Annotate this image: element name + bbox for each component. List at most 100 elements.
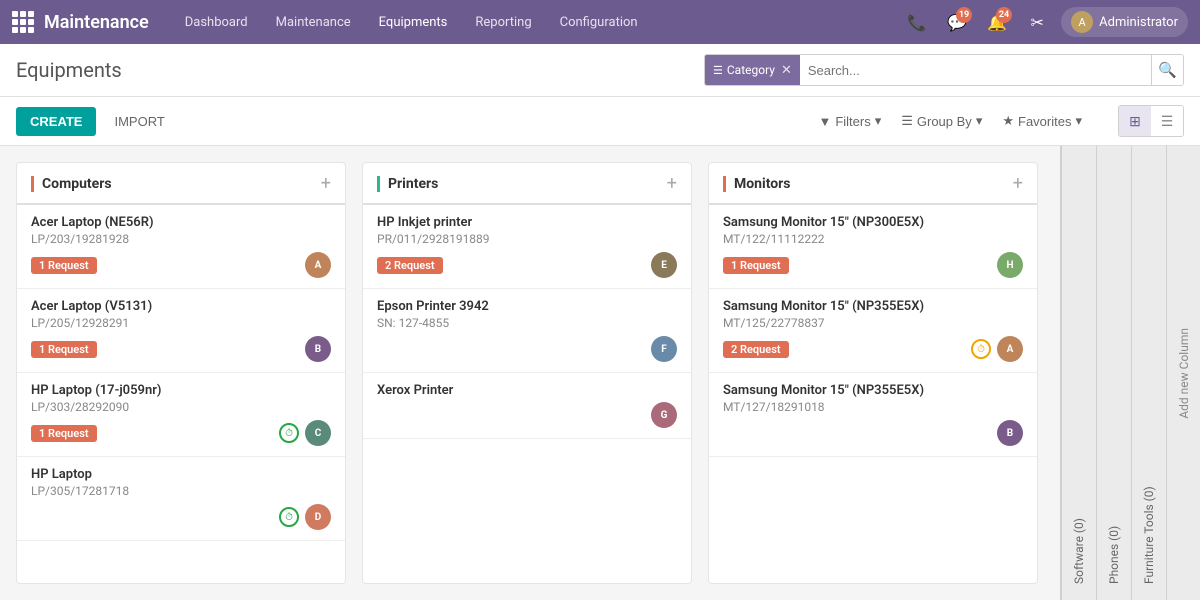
- avatar: C: [305, 420, 331, 446]
- filter-funnel-icon: ▼: [818, 114, 831, 129]
- table-row[interactable]: Samsung Monitor 15" (NP355E5X) MT/127/182…: [709, 373, 1037, 457]
- groupby-button[interactable]: ☰ Group By ▾: [893, 109, 990, 133]
- add-new-column-button[interactable]: Add new Column: [1166, 146, 1200, 600]
- nav-equipments[interactable]: Equipments: [367, 9, 460, 36]
- card-title: Xerox Printer: [377, 383, 677, 398]
- kanban-col-computers: Computers + Acer Laptop (NE56R) LP/203/1928…: [16, 162, 346, 584]
- admin-label: Administrator: [1099, 15, 1178, 30]
- view-toggles: ⊞ ☰: [1118, 105, 1184, 137]
- list-view-button[interactable]: ☰: [1151, 106, 1183, 136]
- chat-badge: 19: [956, 7, 972, 23]
- table-row[interactable]: Acer Laptop (V5131) LP/205/12928291 1 Requ…: [17, 289, 345, 373]
- card-title: HP Laptop: [31, 467, 331, 482]
- card-title: Samsung Monitor 15" (NP355E5X): [723, 383, 1023, 398]
- table-row[interactable]: HP Laptop (17-j059nr)LP/303/282920901 Re…: [17, 373, 345, 457]
- card-sub: MT/125/22778837: [723, 316, 1023, 330]
- search-input[interactable]: [800, 63, 1151, 78]
- card-footer: 2 Request⏱A: [723, 336, 1023, 362]
- kanban-sidebar: Software (0)Phones (0)Furniture Tools (0…: [1060, 146, 1200, 600]
- table-row[interactable]: HP LaptopLP/305/17281718⏱D: [17, 457, 345, 541]
- col-add-computers[interactable]: +: [321, 175, 331, 193]
- card-sub: LP/203/19281928: [31, 232, 331, 246]
- col-add-printers[interactable]: +: [667, 175, 677, 193]
- card-footer: G: [377, 402, 677, 428]
- sidebar-column[interactable]: Phones (0): [1096, 146, 1131, 600]
- avatar: B: [305, 336, 331, 362]
- avatar: H: [997, 252, 1023, 278]
- avatar: A: [997, 336, 1023, 362]
- grid-icon: [12, 11, 34, 33]
- avatar: F: [651, 336, 677, 362]
- avatar: G: [651, 402, 677, 428]
- card-title: HP Laptop (17-j059nr): [31, 383, 331, 398]
- col-cards-monitors: Samsung Monitor 15" (NP300E5X)MT/122/111…: [709, 205, 1037, 583]
- col-title-monitors: Monitors: [723, 176, 791, 192]
- card-footer: ⏱D: [31, 504, 331, 530]
- card-title: Samsung Monitor 15" (NP355E5X): [723, 299, 1023, 314]
- favorites-button[interactable]: ★ Favorites ▾: [994, 109, 1090, 133]
- nav-dashboard[interactable]: Dashboard: [173, 9, 260, 36]
- nav-configuration[interactable]: Configuration: [548, 9, 650, 36]
- top-nav-menu: Dashboard Maintenance Equipments Reporti…: [173, 9, 901, 36]
- search-bar: ☰ Category ✕ 🔍: [704, 54, 1184, 86]
- brand-name: Maintenance: [44, 12, 149, 33]
- kanban-col-monitors: Monitors + Samsung Monitor 15" (NP300E5X)M…: [708, 162, 1038, 584]
- phone-icon[interactable]: 📞: [901, 6, 933, 38]
- table-row[interactable]: Xerox Printer G: [363, 373, 691, 439]
- nav-maintenance[interactable]: Maintenance: [264, 9, 363, 36]
- page-header: Equipments ☰ Category ✕ 🔍: [0, 44, 1200, 97]
- card-footer: B: [723, 420, 1023, 446]
- toolbar: CREATE IMPORT ▼ Filters ▾ ☰ Group By ▾ ★…: [0, 97, 1200, 146]
- req-badge: 1 Request: [31, 257, 97, 274]
- filters-button[interactable]: ▼ Filters ▾: [810, 109, 889, 133]
- sidebar-column[interactable]: Software (0): [1061, 146, 1096, 600]
- search-button[interactable]: 🔍: [1151, 54, 1183, 86]
- table-row[interactable]: Acer Laptop (NE56R) LP/203/19281928 1 Requ…: [17, 205, 345, 289]
- filter-tag-label: Category: [727, 63, 775, 77]
- admin-avatar: A: [1071, 11, 1093, 33]
- col-cards-printers: HP Inkjet printerPR/011/29281918892 Requ…: [363, 205, 691, 583]
- col-title-computers: Computers: [31, 176, 112, 192]
- card-footer: 1 RequestH: [723, 252, 1023, 278]
- filter-tag[interactable]: ☰ Category ✕: [705, 55, 800, 85]
- col-header-computers: Computers +: [17, 163, 345, 205]
- brand[interactable]: Maintenance: [12, 11, 149, 33]
- top-nav: Maintenance Dashboard Maintenance Equipm…: [0, 0, 1200, 44]
- groupby-icon: ☰: [901, 113, 913, 129]
- kanban-board: Computers + Acer Laptop (NE56R) LP/203/1928…: [0, 146, 1060, 600]
- req-badge: 2 Request: [723, 341, 789, 358]
- chat-icon[interactable]: 💬 19: [941, 6, 973, 38]
- card-footer: 1 RequestB: [31, 336, 331, 362]
- card-title: Acer Laptop (NE56R): [31, 215, 331, 230]
- card-sub: MT/127/18291018: [723, 400, 1023, 414]
- admin-button[interactable]: A Administrator: [1061, 7, 1188, 37]
- card-title: Acer Laptop (V5131): [31, 299, 331, 314]
- card-footer: 1 RequestA: [31, 252, 331, 278]
- col-title-printers: Printers: [377, 176, 438, 192]
- col-header-monitors: Monitors +: [709, 163, 1037, 205]
- card-title: Epson Printer 3942: [377, 299, 677, 314]
- col-add-monitors[interactable]: +: [1013, 175, 1023, 193]
- remove-filter-tag[interactable]: ✕: [781, 63, 792, 78]
- table-row[interactable]: Samsung Monitor 15" (NP355E5X) MT/125/227…: [709, 289, 1037, 373]
- settings-icon[interactable]: ✂: [1021, 6, 1053, 38]
- table-row[interactable]: HP Inkjet printerPR/011/29281918892 Requ…: [363, 205, 691, 289]
- card-sub: PR/011/2928191889: [377, 232, 677, 246]
- top-nav-right: 📞 💬 19 🔔 24 ✂ A Administrator: [901, 6, 1188, 38]
- card-sub: LP/205/12928291: [31, 316, 331, 330]
- page-title: Equipments: [16, 58, 122, 82]
- col-cards-computers: Acer Laptop (NE56R) LP/203/19281928 1 Requ…: [17, 205, 345, 583]
- kanban-view-button[interactable]: ⊞: [1119, 106, 1151, 136]
- create-button[interactable]: CREATE: [16, 107, 96, 136]
- sidebar-column[interactable]: Furniture Tools (0): [1131, 146, 1166, 600]
- message-icon[interactable]: 🔔 24: [981, 6, 1013, 38]
- card-sub: SN: 127-4855: [377, 316, 677, 330]
- table-row[interactable]: Samsung Monitor 15" (NP300E5X)MT/122/111…: [709, 205, 1037, 289]
- nav-reporting[interactable]: Reporting: [463, 9, 543, 36]
- filter-lines-icon: ☰: [713, 64, 723, 77]
- table-row[interactable]: Epson Printer 3942 SN: 127-4855 F: [363, 289, 691, 373]
- avatar: B: [997, 420, 1023, 446]
- avatar: E: [651, 252, 677, 278]
- import-button[interactable]: IMPORT: [108, 107, 170, 136]
- star-icon: ★: [1002, 113, 1014, 129]
